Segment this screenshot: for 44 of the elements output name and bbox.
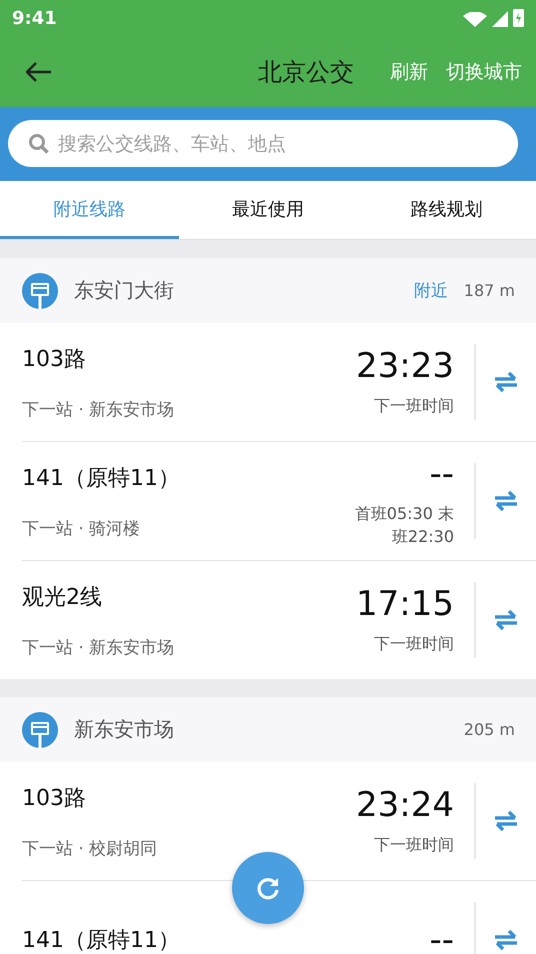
swap-icon [493,370,519,394]
next-bus-time: 23:23 [356,346,454,386]
station-name: 东安门大街 [74,277,175,304]
refresh-icon [255,875,281,901]
next-bus-time: 23:24 [356,785,454,826]
time-note: 首班05:30 末班22:30 [354,502,454,548]
bus-stop-icon [22,272,58,308]
next-stop: 下一站 · 校尉胡同 [22,838,158,860]
route-name: 观光2线 [22,584,103,612]
next-bus-time: 17:15 [356,584,454,624]
toolbar-action[interactable]: 刷新 [372,58,428,84]
route-name: 103路 [22,346,87,374]
station-distance: 205 m [464,720,515,739]
next-stop: 下一站 · 新东安市场 [22,636,176,658]
wifi-icon [463,12,487,27]
time-note: 下一班时间 [374,633,454,656]
station-distance: 187 m [464,281,515,300]
station-name: 新东安市场 [74,716,175,743]
app-title: 北京公交 [258,56,354,88]
search-field[interactable]: 搜索公交线路、车站、地点 [8,120,518,167]
battery-icon [513,9,524,27]
next-bus-time: -- [429,920,454,954]
next-bus-time: -- [429,454,454,494]
signal-icon [492,11,508,27]
route-name: 103路 [22,784,87,812]
next-stop: 下一站 · 新东安市场 [22,398,176,420]
tab[interactable]: 最近使用 [178,181,358,239]
swap-icon [493,809,519,833]
nearby-tag: 附近 [414,279,448,302]
route-name: 141（原特11） [22,464,181,492]
time-note: 下一班时间 [374,834,454,856]
search-icon [28,133,50,155]
toolbar-action[interactable]: 切换城市 [428,58,522,84]
swap-icon [493,608,519,632]
tab[interactable]: 路线规划 [357,181,536,239]
next-stop: 下一站 · 骑河楼 [22,518,142,540]
swap-icon [493,489,519,513]
route-name: 141（原特11） [22,927,181,954]
back-icon[interactable] [26,62,52,82]
time-note: 下一班时间 [374,395,454,418]
swap-icon [493,928,519,952]
status-time: 9:41 [12,8,57,28]
tab[interactable]: 附近线路 [0,181,179,239]
bus-stop-icon [22,712,58,748]
